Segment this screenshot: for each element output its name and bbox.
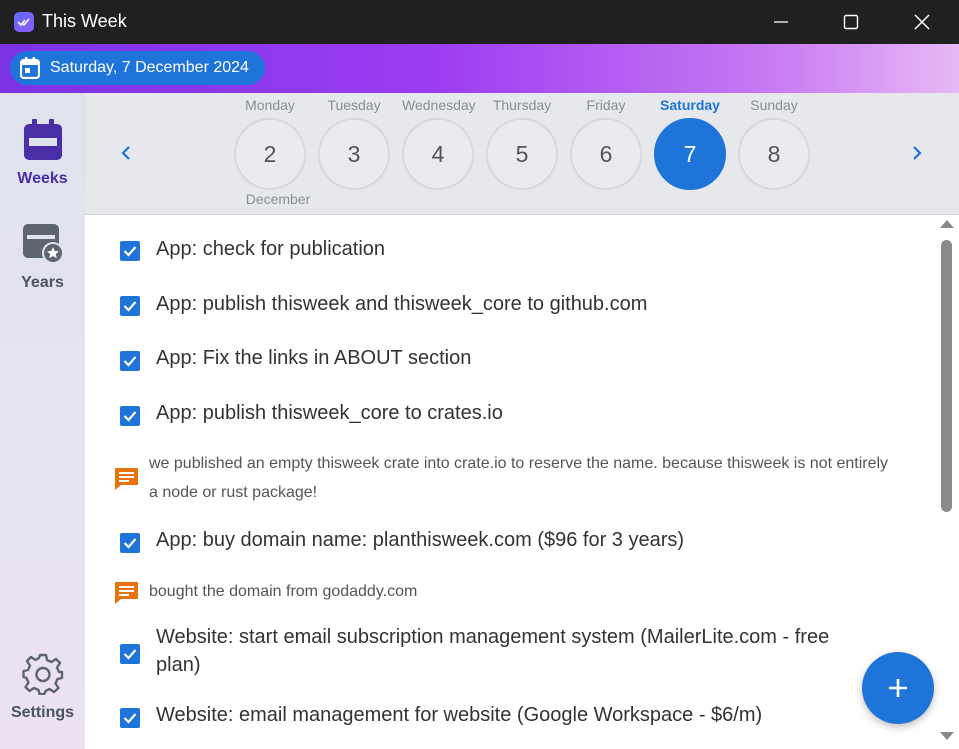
- day-number: 4: [402, 118, 474, 190]
- day-number: 5: [486, 118, 558, 190]
- scroll-down-arrow-icon[interactable]: [940, 732, 954, 740]
- add-task-button[interactable]: [862, 652, 934, 724]
- chevron-left-icon: [121, 146, 130, 160]
- day-name: Saturday: [660, 97, 720, 113]
- day-number: 6: [570, 118, 642, 190]
- week-strip: Monday 2 Tuesday 3 Wednesday 4 Thursday …: [85, 93, 959, 215]
- month-label: December: [245, 191, 311, 207]
- checkmark-icon: [123, 301, 137, 312]
- minimize-button[interactable]: [758, 0, 804, 44]
- day-name: Tuesday: [327, 97, 381, 113]
- current-date-button[interactable]: Saturday, 7 December 2024: [10, 51, 265, 85]
- task-checkbox[interactable]: [120, 708, 140, 728]
- day-monday[interactable]: Monday 2: [234, 93, 306, 190]
- sidebar-item-label: Years: [21, 274, 64, 291]
- date-banner: Saturday, 7 December 2024: [0, 44, 959, 93]
- window-title: This Week: [42, 11, 127, 31]
- day-thursday[interactable]: Thursday 5: [486, 93, 558, 190]
- day-sunday[interactable]: Sunday 8: [738, 93, 810, 190]
- checkmark-icon: [123, 538, 137, 549]
- day-friday[interactable]: Friday 6: [570, 93, 642, 190]
- title-bar: This Week: [0, 0, 959, 44]
- task-checkbox[interactable]: [120, 406, 140, 426]
- task-checkbox[interactable]: [120, 533, 140, 553]
- day-saturday[interactable]: Saturday 7: [654, 93, 726, 190]
- maximize-button[interactable]: [828, 0, 874, 44]
- task-text[interactable]: Website: start email subscription manage…: [156, 623, 876, 679]
- day-tuesday[interactable]: Tuesday 3: [318, 93, 390, 190]
- task-checkbox[interactable]: [120, 644, 140, 664]
- previous-week-button[interactable]: [116, 143, 136, 163]
- sidebar-item-years[interactable]: Years: [0, 223, 85, 292]
- calendar-star-icon: [22, 224, 64, 264]
- day-name: Sunday: [750, 97, 798, 113]
- task-checkbox[interactable]: [120, 241, 140, 261]
- sidebar-item-label: Settings: [10, 704, 75, 721]
- checkmark-icon: [123, 411, 137, 422]
- day-name: Monday: [245, 97, 295, 113]
- note-text[interactable]: we published an empty thisweek crate int…: [149, 449, 889, 507]
- task-text[interactable]: Website: email management for website (G…: [156, 701, 876, 729]
- checkmark-icon: [123, 713, 137, 724]
- task-text[interactable]: App: buy domain name: planthisweek.com (…: [156, 526, 876, 554]
- minimize-icon: [774, 21, 788, 23]
- sidebar: Weeks Years Settings: [0, 93, 85, 749]
- day-number: 7: [654, 118, 726, 190]
- checkmark-icon: [123, 356, 137, 367]
- scrollbar-thumb[interactable]: [941, 240, 952, 512]
- day-number: 3: [318, 118, 390, 190]
- task-text[interactable]: App: publish thisweek and thisweek_core …: [156, 290, 876, 318]
- task-checkbox[interactable]: [120, 351, 140, 371]
- day-name: Friday: [586, 97, 626, 113]
- note-icon: [115, 468, 138, 490]
- task-checkbox[interactable]: [120, 296, 140, 316]
- maximize-icon: [843, 14, 859, 30]
- day-number: 2: [234, 118, 306, 190]
- note-icon: [115, 582, 138, 604]
- day-number: 8: [738, 118, 810, 190]
- task-text[interactable]: App: Fix the links in ABOUT section: [156, 344, 876, 372]
- checkmark-icon: [123, 246, 137, 257]
- gear-icon: [21, 653, 63, 696]
- note-text[interactable]: bought the domain from godaddy.com: [149, 577, 889, 606]
- task-text[interactable]: App: check for publication: [156, 235, 876, 263]
- task-text[interactable]: App: publish thisweek_core to crates.io: [156, 399, 876, 427]
- chevron-right-icon: [913, 146, 922, 160]
- next-week-button[interactable]: [907, 143, 927, 163]
- day-name: Wednesday: [402, 97, 476, 113]
- current-date-label: Saturday, 7 December 2024: [50, 59, 249, 76]
- scrollbar[interactable]: [935, 216, 959, 749]
- close-button[interactable]: [899, 0, 945, 44]
- close-icon: [914, 14, 930, 30]
- checkmark-icon: [123, 649, 137, 660]
- day-wednesday[interactable]: Wednesday 4: [402, 93, 476, 190]
- sidebar-item-settings[interactable]: Settings: [0, 653, 85, 722]
- calendar-icon: [20, 57, 40, 79]
- app-logo-icon: [14, 12, 34, 32]
- scroll-up-arrow-icon[interactable]: [940, 220, 954, 228]
- sidebar-item-label: Weeks: [17, 170, 68, 187]
- day-name: Thursday: [492, 97, 552, 113]
- plus-icon: [889, 679, 907, 697]
- calendar-icon: [23, 119, 62, 160]
- sidebar-item-weeks[interactable]: Weeks: [0, 119, 85, 188]
- task-list: App: check for publication App: publish …: [85, 216, 935, 749]
